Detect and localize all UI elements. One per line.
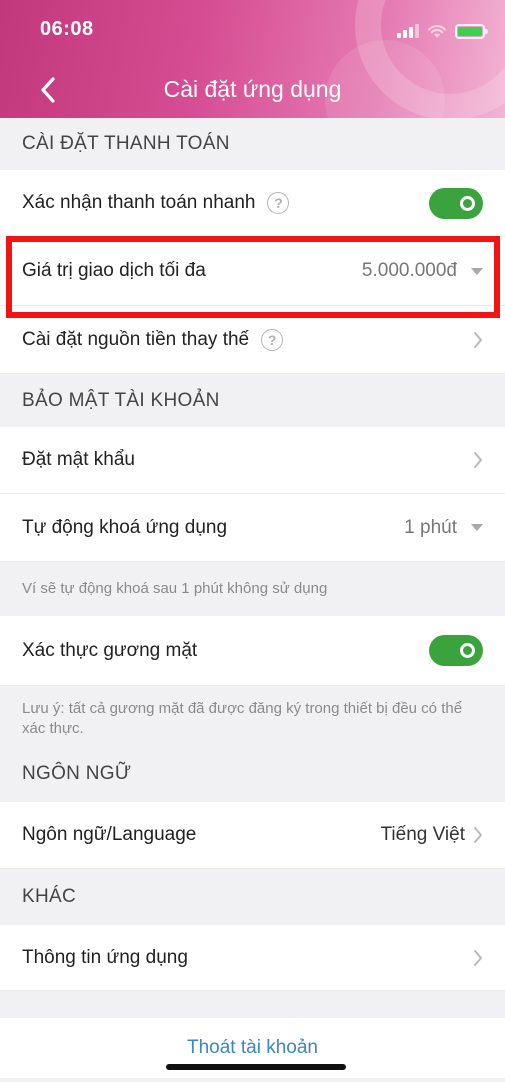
auto-lock-note: Ví sẽ tự động khoá sau 1 phút không sử d…	[0, 562, 505, 616]
max-transaction-row[interactable]: Giá trị giao dịch tối đa 5.000.000đ	[0, 237, 505, 306]
max-transaction-label: Giá trị giao dịch tối đa	[22, 260, 206, 281]
alt-funding-label: Cài đặt nguồn tiền thay thế	[22, 328, 250, 350]
section-title-payment: CÀI ĐẶT THANH TOÁN	[0, 118, 505, 170]
signal-icon	[397, 24, 419, 38]
face-auth-label: Xác thực gương mặt	[22, 639, 198, 661]
page-title: Cài đặt ứng dụng	[163, 76, 342, 102]
section-title-language: NGÔN NGỮ	[0, 746, 505, 802]
chevron-right-icon	[473, 331, 483, 349]
app-info-label: Thông tin ứng dụng	[22, 946, 188, 968]
chevron-right-icon	[473, 451, 483, 469]
quick-payment-label: Xác nhận thanh toán nhanh	[22, 192, 256, 213]
face-auth-toggle[interactable]	[429, 635, 483, 666]
wifi-icon	[427, 24, 447, 38]
face-auth-row: Xác thực gương mặt	[0, 616, 505, 686]
face-auth-note: Lưu ý: tất cả gương mặt đã được đăng ký …	[0, 686, 505, 746]
auto-lock-value: 1 phút	[404, 516, 457, 538]
quick-payment-toggle[interactable]	[429, 187, 483, 219]
language-row[interactable]: Ngôn ngữ/Language Tiếng Việt	[0, 802, 505, 869]
auto-lock-label: Tự động khoá ứng dụng	[22, 516, 228, 538]
section-title-other: KHÁC	[0, 869, 505, 925]
chevron-right-icon	[473, 949, 483, 967]
dropdown-caret-icon	[471, 524, 483, 531]
section-title-security: BẢO MẬT TÀI KHOẢN	[0, 374, 505, 427]
auto-lock-row[interactable]: Tự động khoá ứng dụng 1 phút	[0, 494, 505, 562]
help-icon[interactable]: ?	[267, 192, 290, 214]
language-value: Tiếng Việt	[380, 824, 466, 845]
max-transaction-value: 5.000.000đ	[361, 260, 457, 281]
help-icon[interactable]: ?	[261, 328, 284, 351]
app-info-row[interactable]: Thông tin ứng dụng	[0, 925, 505, 991]
set-password-row[interactable]: Đặt mật khẩu	[0, 427, 505, 494]
chevron-right-icon	[473, 826, 483, 844]
quick-payment-row: Xác nhận thanh toán nhanh ?	[0, 170, 505, 237]
battery-icon	[455, 23, 488, 39]
dropdown-caret-icon	[471, 267, 483, 275]
alt-funding-row[interactable]: Cài đặt nguồn tiền thay thế ?	[0, 306, 505, 374]
home-indicator	[166, 1064, 346, 1070]
status-time: 06:08	[40, 18, 94, 40]
language-label: Ngôn ngữ/Language	[22, 824, 197, 845]
set-password-label: Đặt mật khẩu	[22, 449, 135, 470]
status-icons	[397, 20, 488, 42]
app-header: 06:08 Cài đặt ứng dụng	[0, 0, 505, 118]
